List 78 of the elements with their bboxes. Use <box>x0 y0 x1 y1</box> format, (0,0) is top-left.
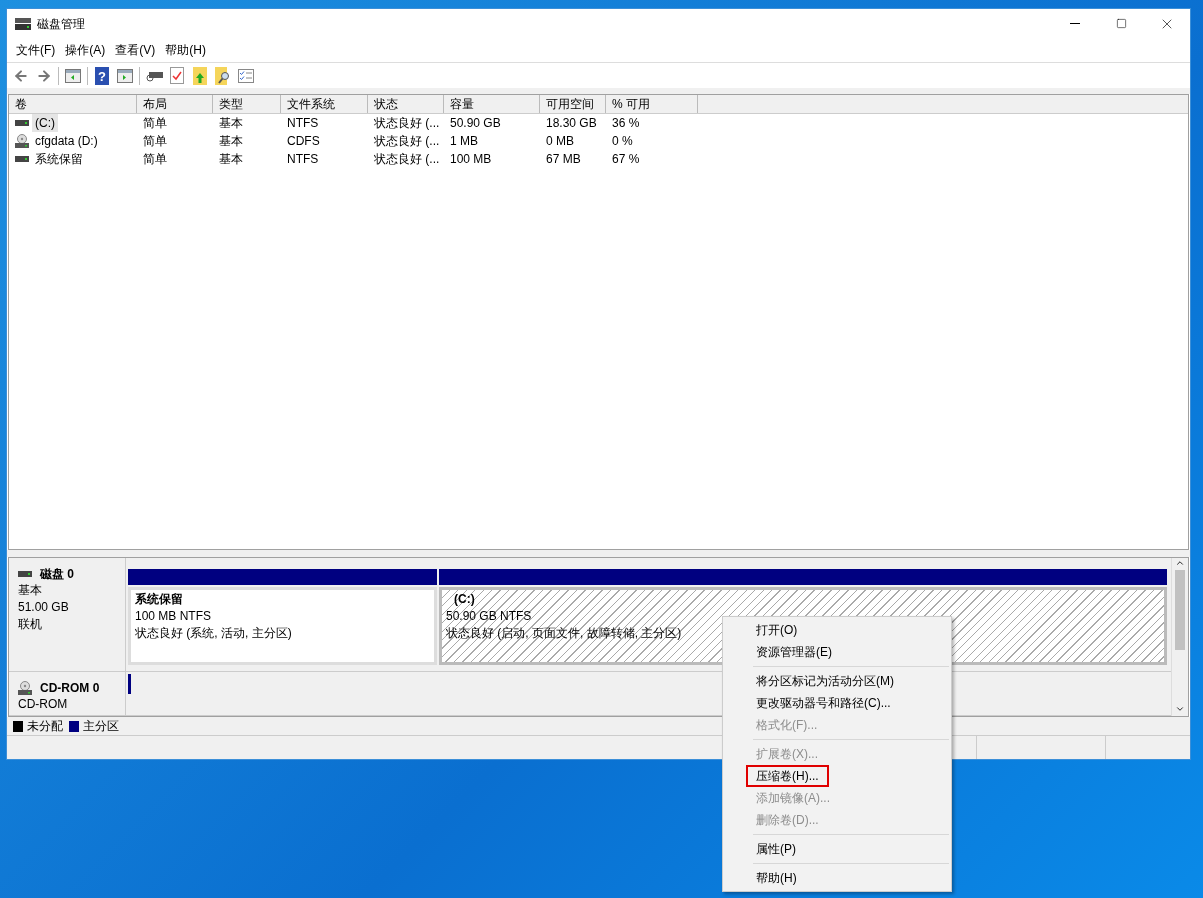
forward-arrow-icon <box>36 67 52 84</box>
table-cell-text: 0 % <box>612 133 633 150</box>
table-cell-text: 36 % <box>612 115 640 132</box>
volume-name[interactable]: cfgdata (D:) <box>32 132 101 150</box>
window-title: 磁盘管理 <box>37 15 85 33</box>
table-cell-text: NTFS <box>287 115 319 132</box>
checked-document-icon <box>170 67 184 84</box>
scrollbar[interactable] <box>1171 558 1188 716</box>
table-cell-text: 简单 <box>143 151 167 168</box>
cd-drive-icon <box>15 134 29 148</box>
table-cell-text: 基本 <box>219 115 243 132</box>
panel-icon <box>117 68 133 83</box>
menu-item[interactable]: 操作(A) <box>60 39 111 61</box>
partition-title: (C:) <box>453 591 476 608</box>
volume-name[interactable]: 系统保留 <box>32 150 86 168</box>
context-menu-item[interactable]: 打开(O) <box>756 621 798 639</box>
column-header[interactable]: 文件系统 <box>281 95 368 113</box>
context-menu-item[interactable]: 更改驱动器号和路径(C)... <box>756 694 891 712</box>
context-menu-item[interactable]: 属性(P) <box>756 840 796 858</box>
column-header[interactable]: 状态 <box>368 95 444 113</box>
table-cell-text: 简单 <box>143 133 167 150</box>
table-cell-text: 1 MB <box>450 133 478 150</box>
disk-label-panel[interactable]: 磁盘 0 基本 51.00 GB 联机 <box>9 558 126 671</box>
context-menu-item[interactable]: 帮助(H) <box>756 869 797 887</box>
menu-item[interactable]: 文件(F) <box>11 39 61 61</box>
column-header[interactable]: 容量 <box>444 95 540 113</box>
maximize-icon <box>1115 18 1127 29</box>
disk-name: 磁盘 0 <box>40 566 74 583</box>
disk-label-panel[interactable]: CD-ROM 0 CD-ROM <box>9 671 126 715</box>
disk-detail: 51.00 GB <box>18 599 70 616</box>
disk-drive-icon <box>18 570 32 578</box>
table-cell-text: 18.30 GB <box>546 115 597 132</box>
partition-status: 状态良好 (系统, 活动, 主分区) <box>135 625 292 642</box>
disk-name: CD-ROM 0 <box>40 679 100 697</box>
table-cell-text: 基本 <box>219 133 243 150</box>
disk-detail: 联机 <box>18 616 43 633</box>
column-header[interactable]: % 可用 <box>606 95 698 113</box>
panel-icon <box>65 68 81 83</box>
scroll-down-icon[interactable] <box>1175 704 1185 714</box>
table-cell-text: 0 MB <box>546 133 574 150</box>
disk-drive-icon <box>15 155 29 163</box>
table-cell-text: 状态良好 (... <box>374 133 440 150</box>
table-cell-text: 50.90 GB <box>450 115 501 132</box>
context-menu-item[interactable]: 资源管理器(E) <box>756 643 832 661</box>
legend-label: 未分配 <box>27 718 63 735</box>
partition-status: 状态良好 (启动, 页面文件, 故障转储, 主分区) <box>446 625 682 642</box>
scroll-up-icon[interactable] <box>1175 558 1185 568</box>
minimize-icon <box>1070 23 1080 24</box>
context-menu-item[interactable]: 将分区标记为活动分区(M) <box>756 672 894 690</box>
disk-detail: 基本 <box>18 582 43 599</box>
context-menu-item[interactable]: 压缩卷(H)... <box>748 767 827 785</box>
column-header[interactable]: 布局 <box>137 95 213 113</box>
menu-item[interactable]: 帮助(H) <box>160 39 211 61</box>
column-header[interactable]: 卷 <box>9 95 137 113</box>
disk-drive-icon <box>15 119 29 127</box>
table-cell-text: 67 MB <box>546 151 581 168</box>
search-icon <box>215 66 231 85</box>
table-cell-text: 简单 <box>143 115 167 132</box>
partition-marker <box>128 673 131 694</box>
table-cell-text: CDFS <box>287 133 320 150</box>
checklist-icon <box>238 68 254 83</box>
table-cell-text: NTFS <box>287 151 319 168</box>
table-cell-text: 100 MB <box>450 151 492 168</box>
table-cell-text: 状态良好 (... <box>374 151 440 168</box>
legend-label: 主分区 <box>83 718 119 735</box>
disk-detail: CD-ROM <box>18 695 69 713</box>
table-cell-text: 67 % <box>612 151 640 168</box>
table-cell-text: 状态良好 (... <box>374 115 440 132</box>
partition-title: 系统保留 <box>135 591 184 608</box>
partition-size: 100 MB NTFS <box>135 608 212 625</box>
volume-name[interactable]: (C:) <box>32 114 58 132</box>
column-header[interactable]: 可用空间 <box>540 95 606 113</box>
app-icon <box>15 17 31 30</box>
column-header[interactable]: 类型 <box>213 95 281 113</box>
table-cell-text: 基本 <box>219 151 243 168</box>
menu-item[interactable]: 查看(V) <box>110 39 161 61</box>
partition-size: 50.90 GB NTFS <box>446 608 532 625</box>
cd-drive-icon <box>18 680 32 695</box>
